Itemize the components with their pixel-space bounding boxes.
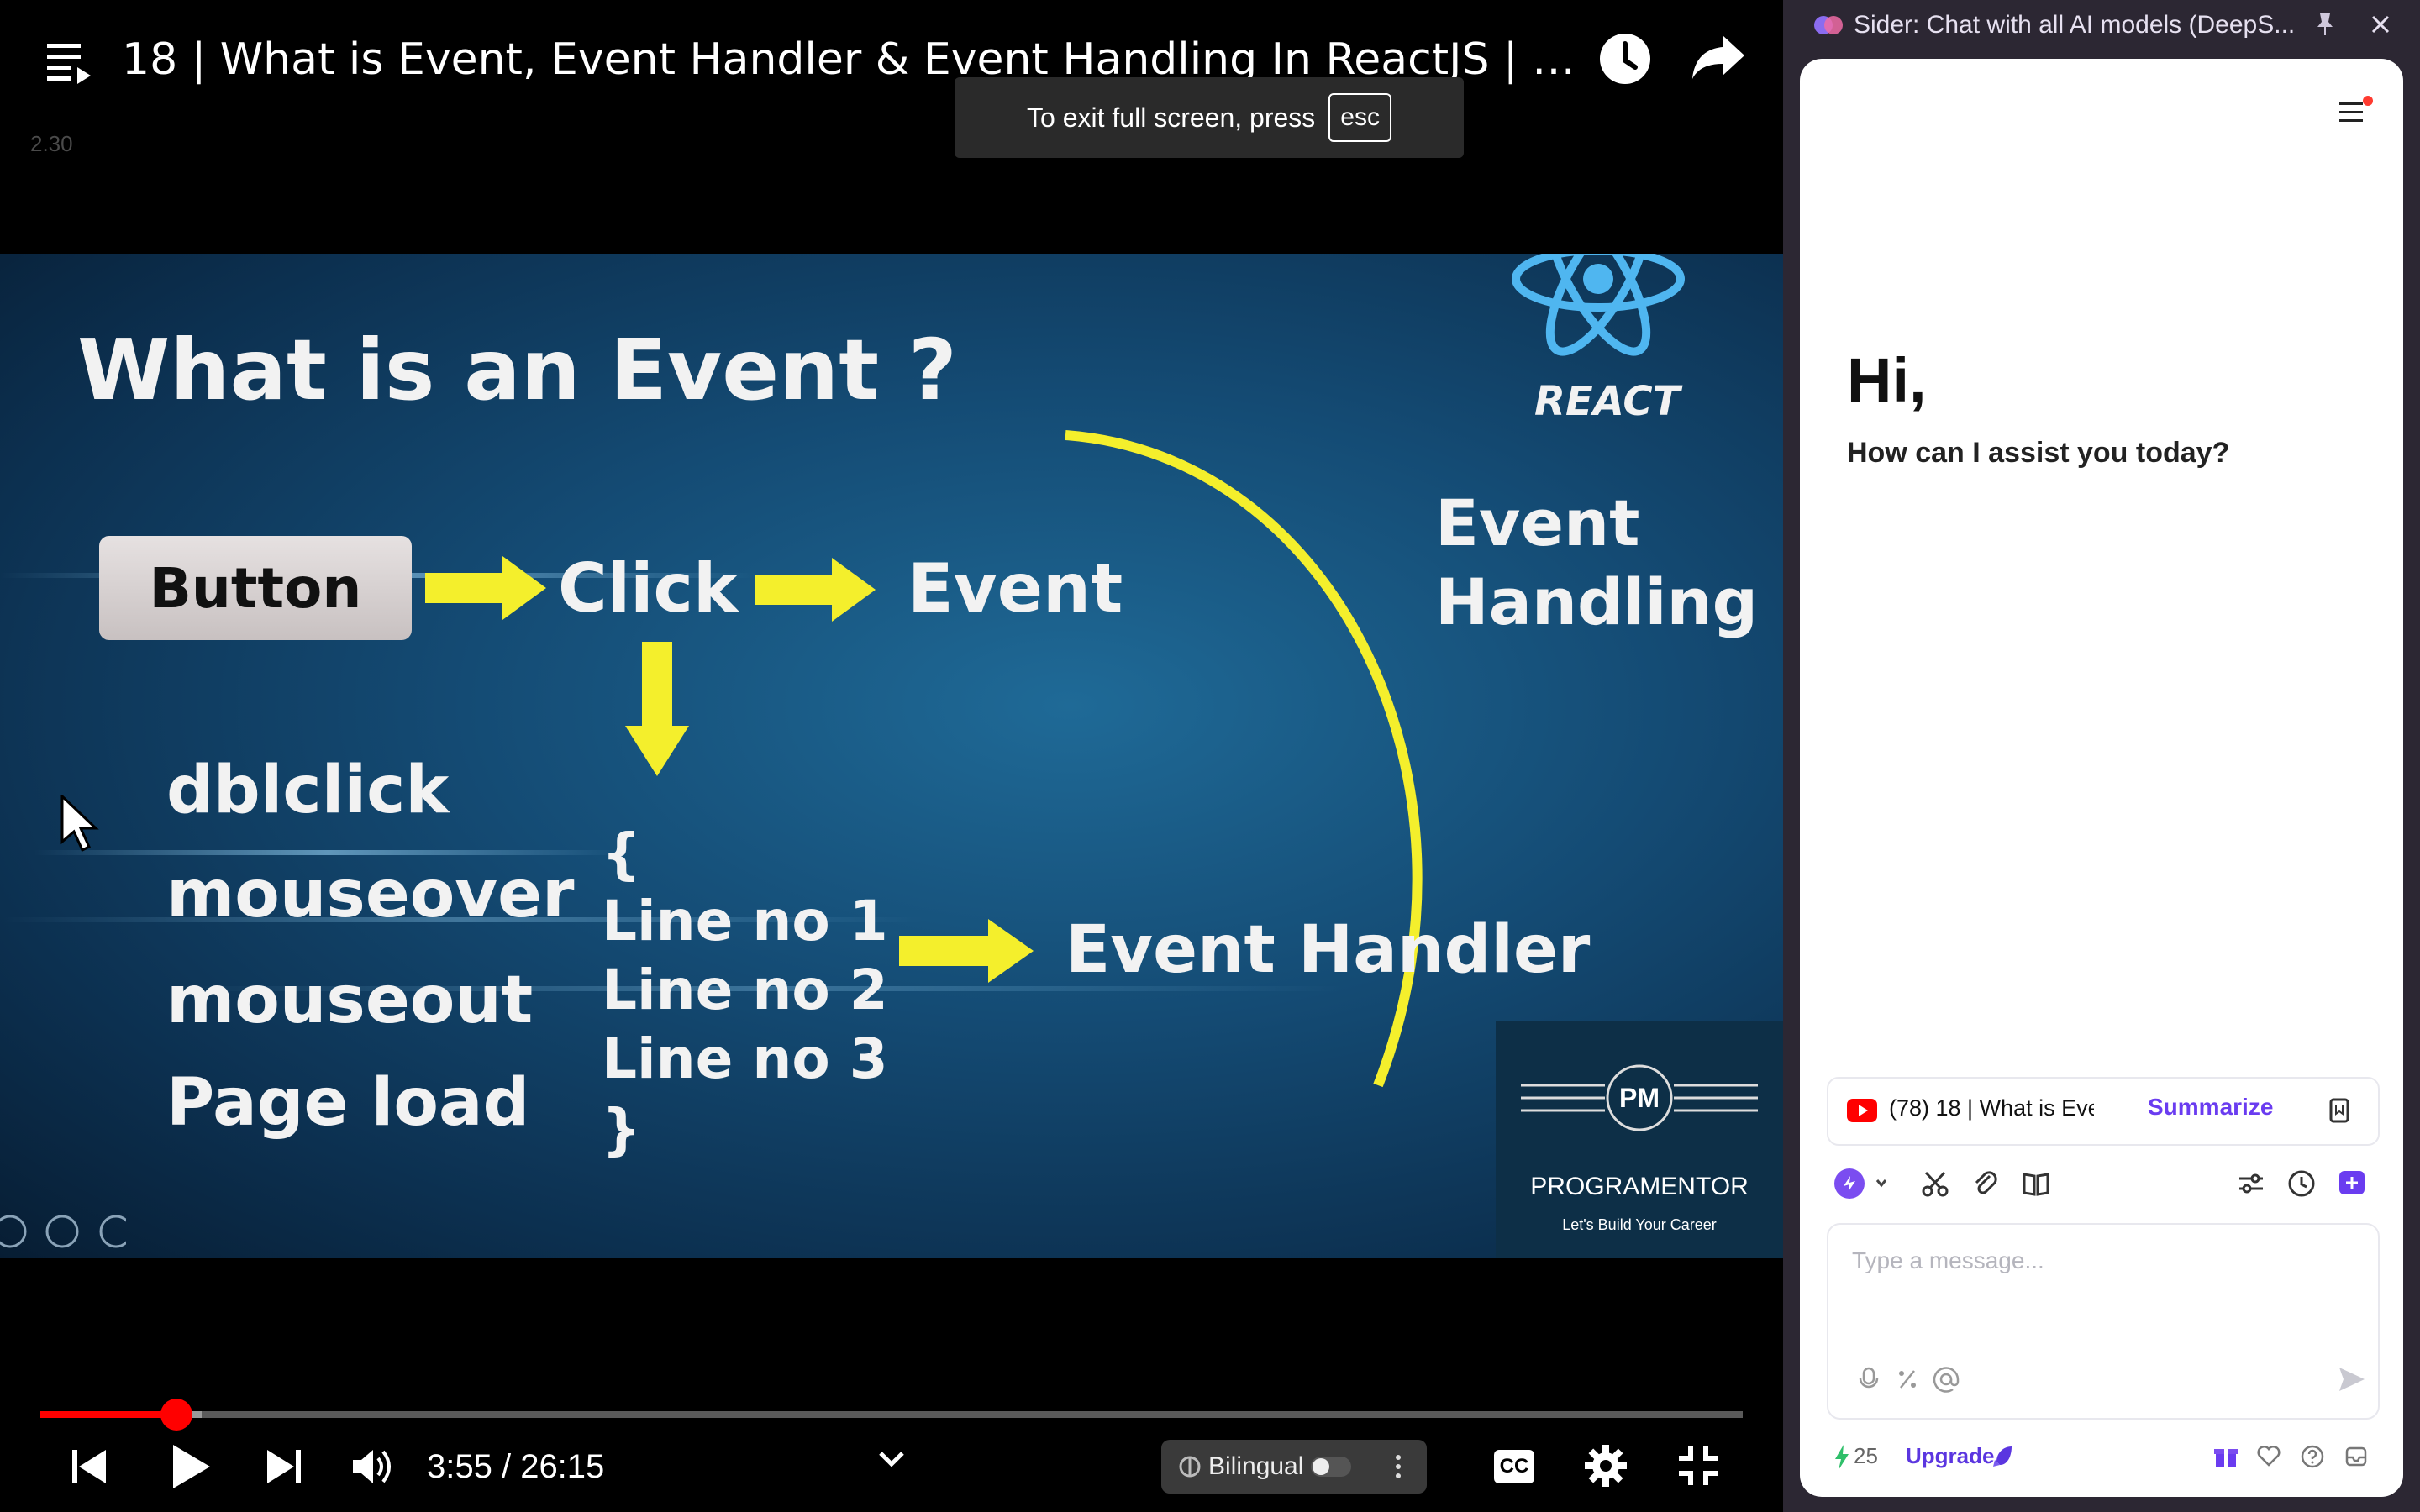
play-icon[interactable] [170, 1443, 212, 1494]
pin-icon[interactable] [2314, 12, 2336, 41]
brand-tagline: Let's Build Your Career [1562, 1216, 1717, 1233]
mouse-cursor-icon [60, 793, 99, 858]
progress-scrubber-handle[interactable] [160, 1399, 193, 1431]
message-input[interactable] [1850, 1247, 2307, 1275]
summarize-button[interactable]: Summarize [2148, 1094, 2273, 1121]
sider-window-title: Sider: Chat with all AI models (DeepS... [1854, 11, 2296, 39]
mention-icon[interactable] [1933, 1366, 1960, 1397]
code-line: Line no 1 [602, 889, 888, 953]
more-vertical-icon[interactable] [1393, 1453, 1403, 1480]
time-display: 3:55 / 26:15 [427, 1448, 605, 1485]
code-line: Line no 2 [602, 958, 888, 1022]
handling-arc [1059, 430, 1445, 1157]
prompt-icon[interactable] [1896, 1366, 1919, 1397]
watch-later-icon[interactable] [1598, 32, 1652, 90]
event-type-item: mouseout [166, 963, 534, 1038]
scissors-icon[interactable] [1921, 1169, 1949, 1202]
message-box[interactable] [1827, 1223, 2380, 1420]
brand-name: PROGRAMENTOR [1530, 1173, 1749, 1200]
bilingual-switch[interactable] [1311, 1457, 1351, 1477]
brain-icon [1179, 1456, 1201, 1478]
fullscreen-exit-toast: To exit full screen, press esc [955, 77, 1464, 158]
microphone-icon[interactable] [1857, 1366, 1881, 1397]
bilingual-toggle[interactable]: Bilingual [1161, 1440, 1427, 1494]
arrow-right-icon [755, 558, 876, 626]
video-frame[interactable]: What is an Event ? REACT Button Click Ev… [0, 254, 1783, 1258]
lightning-icon [1833, 1445, 1850, 1474]
rocket-icon [1991, 1445, 2013, 1473]
chevron-down-icon[interactable] [877, 1448, 906, 1474]
playback-speed-label: 2.30 [30, 131, 73, 156]
video-player[interactable]: 18 | What is Event, Event Handler & Even… [0, 0, 1783, 1512]
event-handling-label-1: Event [1435, 486, 1640, 560]
event-handling-label-2: Handling [1435, 564, 1759, 639]
arrow-right-icon [425, 556, 546, 624]
code-line: Line no 3 [602, 1026, 888, 1091]
brand-initials: PM [1619, 1083, 1660, 1113]
next-icon[interactable] [266, 1446, 302, 1491]
programentor-logo: PM PROGRAMENTOR Let's Build Your Career [1496, 1021, 1783, 1258]
bilingual-label: Bilingual [1208, 1452, 1304, 1480]
upgrade-link[interactable]: Upgrade [1906, 1443, 1994, 1469]
history-icon[interactable] [2287, 1169, 2316, 1202]
send-icon[interactable] [2338, 1366, 2366, 1397]
youtube-icon [1847, 1099, 1877, 1126]
slide-button-box: Button [99, 536, 412, 640]
playlist-icon[interactable] [44, 40, 94, 92]
brace-open: { [602, 822, 641, 886]
context-page-title: (78) 18 | What is Even [1889, 1095, 2094, 1121]
share-icon[interactable] [1691, 34, 1746, 85]
sider-logo-icon [1813, 10, 1844, 45]
esc-key-hint: esc [1328, 93, 1392, 142]
react-label: REACT [1534, 378, 1681, 425]
greeting-heading: Hi, [1847, 345, 1927, 415]
brace-close: } [602, 1097, 641, 1162]
new-chat-icon[interactable] [2338, 1169, 2366, 1202]
volume-icon[interactable] [351, 1445, 395, 1493]
exit-fullscreen-icon[interactable] [1677, 1445, 1719, 1491]
settings-gear-icon[interactable] [1585, 1445, 1627, 1491]
react-logo-icon [1506, 254, 1691, 375]
help-icon[interactable] [2301, 1445, 2324, 1473]
arrow-right-icon [899, 919, 1034, 987]
gift-icon[interactable] [2213, 1443, 2238, 1473]
progress-played [40, 1411, 177, 1418]
progress-bar[interactable] [40, 1399, 1743, 1431]
light-streak [34, 850, 622, 855]
menu-icon[interactable] [2338, 96, 2375, 134]
model-selector[interactable] [1833, 1168, 1892, 1204]
greeting-subtitle: How can I assist you today? [1847, 437, 2230, 469]
book-icon[interactable] [2022, 1169, 2050, 1202]
event-type-item: dblclick [166, 753, 450, 828]
close-icon[interactable] [2370, 13, 2391, 39]
credits-count: 25 [1854, 1443, 1878, 1468]
slide-toolbar [0, 1213, 133, 1254]
previous-icon[interactable] [71, 1446, 108, 1491]
slide-heading: What is an Event ? [77, 321, 957, 419]
fullscreen-toast-text: To exit full screen, press [1027, 102, 1316, 133]
attachment-icon[interactable] [1971, 1169, 2000, 1202]
inbox-icon[interactable] [2344, 1445, 2368, 1473]
adjust-icon[interactable] [2237, 1169, 2265, 1202]
event-type-item: Page load [166, 1065, 530, 1141]
bookmark-icon[interactable] [2328, 1097, 2351, 1128]
event-handler-label: Event Handler [1065, 912, 1591, 988]
page-context-bar[interactable]: (78) 18 | What is Even Summarize [1827, 1077, 2380, 1146]
arrow-down-icon [625, 642, 689, 780]
event-type-item: mouseover [166, 857, 575, 932]
click-label: Click [558, 549, 739, 627]
heart-icon[interactable] [2257, 1445, 2281, 1471]
captions-icon[interactable]: CC [1494, 1450, 1534, 1483]
